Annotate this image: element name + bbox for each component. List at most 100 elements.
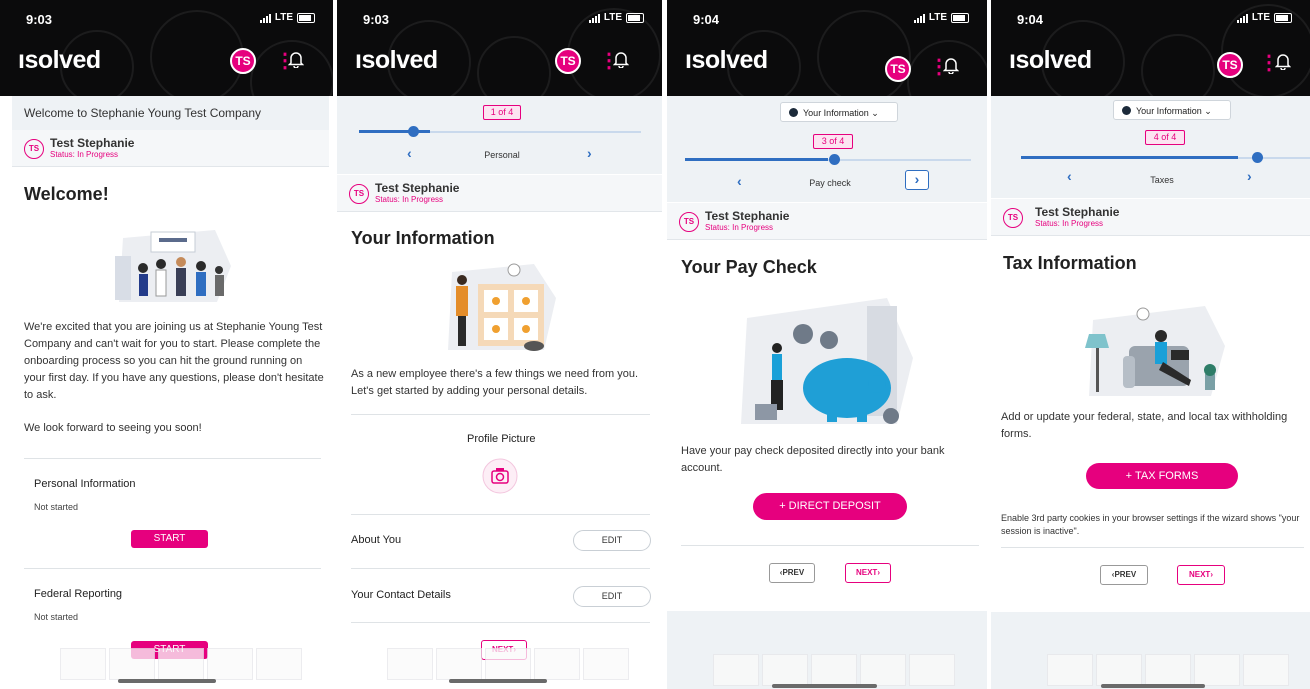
phone-screen-welcome: 9:03 LTE ısolved TS ⋮ Welcome to Stephan… xyxy=(0,0,333,689)
status-bar: 9:03 LTE xyxy=(26,12,315,28)
user-avatar[interactable]: TS xyxy=(1217,52,1243,78)
status-time: 9:03 xyxy=(26,12,53,27)
app-header: 9:03 LTE ısolved TS ⋮ xyxy=(0,0,333,96)
signal-icon xyxy=(588,13,600,23)
battery-icon xyxy=(951,12,969,23)
step-counter: 4 of 4 xyxy=(1145,130,1185,145)
user-avatar[interactable]: TS xyxy=(885,56,911,82)
step-forward-chevron-icon[interactable]: › xyxy=(905,170,929,190)
status-time: 9:03 xyxy=(363,12,390,27)
status-bar: 9:03 LTE xyxy=(363,12,644,28)
divider xyxy=(24,568,321,569)
network-label: LTE xyxy=(274,12,293,23)
divider xyxy=(351,622,650,623)
user-name: Test Stephanie xyxy=(375,181,460,195)
prev-button[interactable]: ‹PREV xyxy=(1100,565,1148,585)
user-status-row: TS Test Stephanie Status: In Progress xyxy=(12,130,329,167)
welcome-illustration xyxy=(115,230,231,302)
camera-icon[interactable] xyxy=(482,458,518,494)
next-button[interactable]: NEXT› xyxy=(1177,565,1225,585)
step-progress-fill xyxy=(359,130,430,133)
tax-forms-button[interactable]: + TAX FORMS xyxy=(1086,463,1238,489)
user-initials-badge: TS xyxy=(24,139,44,159)
more-menu-icon[interactable]: ⋮ xyxy=(929,57,949,77)
chevron-down-icon: ⌄ xyxy=(1204,106,1212,116)
step-current-marker xyxy=(1252,152,1263,163)
step-forward-chevron-icon[interactable]: › xyxy=(587,145,592,161)
phone-screen-your-information: 9:03 LTE ısolved TS ⋮ 1 of 4 ‹ Personal … xyxy=(337,0,662,689)
page-title: Tax Information xyxy=(1003,253,1137,273)
bell-icon[interactable] xyxy=(288,50,304,68)
user-name: Test Stephanie xyxy=(1035,205,1120,219)
chevron-down-icon: ⌄ xyxy=(871,108,879,118)
phone-screen-pay-check: 9:04 LTE ısolved TS ⋮ Your Information ⌄… xyxy=(667,0,987,689)
battery-icon xyxy=(626,12,644,23)
prev-button[interactable]: ‹PREV xyxy=(769,563,815,583)
divider xyxy=(1001,547,1304,548)
welcome-paragraph: We're excited that you are joining us at… xyxy=(24,321,324,401)
intro-paragraph: As a new employee there's a few things w… xyxy=(351,368,639,397)
bell-icon[interactable] xyxy=(1275,52,1291,70)
user-initials-badge: TS xyxy=(349,184,369,204)
user-status: Status: In Progress xyxy=(705,223,774,232)
network-label: LTE xyxy=(603,12,622,23)
app-header: 9:03 LTE ısolved TS ⋮ xyxy=(337,0,662,96)
network-label: LTE xyxy=(1251,12,1270,23)
direct-deposit-button[interactable]: + DIRECT DEPOSIT xyxy=(753,493,907,520)
task-title-personal-information: Personal Information xyxy=(34,478,136,490)
user-status: Status: In Progress xyxy=(375,195,444,204)
divider xyxy=(351,414,650,415)
next-button[interactable]: NEXT› xyxy=(845,563,891,583)
app-switcher-thumbnails xyxy=(713,654,955,686)
bell-icon[interactable] xyxy=(613,50,629,68)
home-indicator[interactable] xyxy=(1101,684,1205,688)
user-avatar[interactable]: TS xyxy=(230,48,256,74)
user-initials-badge: TS xyxy=(679,212,699,232)
step-counter: 1 of 4 xyxy=(483,105,521,120)
app-logo: ısolved xyxy=(18,46,101,74)
edit-about-you-button[interactable]: EDIT xyxy=(573,530,651,551)
network-label: LTE xyxy=(928,12,947,23)
pay-check-illustration xyxy=(741,298,913,424)
bell-icon[interactable] xyxy=(943,56,959,74)
more-menu-icon[interactable]: ⋮ xyxy=(275,51,295,71)
home-indicator[interactable] xyxy=(118,679,216,683)
user-status-row: TS Test Stephanie Status: In Progress xyxy=(991,199,1310,236)
user-status: Status: In Progress xyxy=(50,150,119,159)
user-name: Test Stephanie xyxy=(705,209,790,223)
section-dropdown[interactable]: Your Information ⌄ xyxy=(780,102,898,122)
page-title: Your Pay Check xyxy=(681,257,817,277)
phone-screen-tax-information: 9:04 LTE ısolved TS ⋮ Your Information ⌄… xyxy=(991,0,1310,689)
step-back-chevron-icon[interactable]: ‹ xyxy=(1067,168,1072,184)
step-back-chevron-icon[interactable]: ‹ xyxy=(407,145,412,161)
app-logo: ısolved xyxy=(685,46,768,74)
status-time: 9:04 xyxy=(1017,12,1044,27)
user-status-row: TS Test Stephanie Status: In Progress xyxy=(667,203,987,240)
tax-paragraph: Add or update your federal, state, and l… xyxy=(1001,411,1288,440)
home-indicator[interactable] xyxy=(449,679,547,683)
start-personal-information-button[interactable]: START xyxy=(131,530,208,548)
user-name: Test Stephanie xyxy=(50,136,135,150)
step-current-marker xyxy=(408,126,419,137)
tax-information-illustration xyxy=(1085,306,1225,396)
info-icon xyxy=(789,108,798,117)
more-menu-icon[interactable]: ⋮ xyxy=(599,51,619,71)
status-time: 9:04 xyxy=(693,12,720,27)
pay-check-paragraph: Have your pay check deposited directly i… xyxy=(681,445,945,474)
profile-picture-label: Profile Picture xyxy=(467,433,536,445)
more-menu-icon[interactable]: ⋮ xyxy=(1259,53,1279,73)
step-label: Taxes xyxy=(1150,175,1174,185)
task-status-federal-reporting: Not started xyxy=(34,612,79,622)
user-status-row: TS Test Stephanie Status: In Progress xyxy=(337,175,662,212)
section-dropdown[interactable]: Your Information ⌄ xyxy=(1113,100,1231,120)
step-back-chevron-icon[interactable]: ‹ xyxy=(737,173,742,189)
edit-contact-details-button[interactable]: EDIT xyxy=(573,586,651,607)
home-indicator[interactable] xyxy=(772,684,877,688)
your-information-illustration xyxy=(448,263,556,351)
signal-icon xyxy=(259,13,271,23)
user-avatar[interactable]: TS xyxy=(555,48,581,74)
status-bar: 9:04 LTE xyxy=(1017,12,1292,28)
step-forward-chevron-icon[interactable]: › xyxy=(1247,168,1252,184)
signal-icon xyxy=(1236,13,1248,23)
divider xyxy=(24,458,321,459)
